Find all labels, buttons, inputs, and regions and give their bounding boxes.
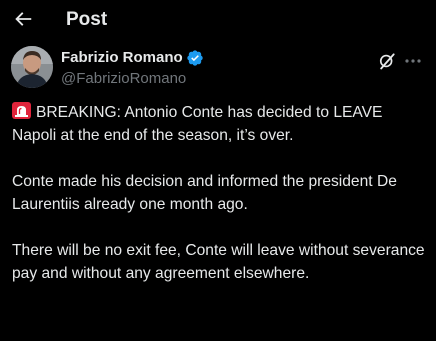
author-block: Fabrizio Romano @FabrizioRomano (61, 48, 204, 89)
avatar-image (11, 46, 53, 88)
more-horizontal-icon (405, 59, 421, 63)
top-bar: Post (0, 0, 436, 40)
tweet-text: BREAKING: Antonio Conte has decided to L… (12, 101, 430, 308)
siren-emoji-icon (12, 102, 31, 119)
grok-icon (379, 53, 395, 70)
verified-badge-icon[interactable] (186, 49, 204, 67)
back-button[interactable] (12, 8, 34, 30)
grok-button[interactable] (377, 51, 397, 71)
tweet-paragraph: BREAKING: Antonio Conte has decided to L… (12, 101, 430, 147)
author-handle[interactable]: @FabrizioRomano (61, 69, 204, 89)
tweet-paragraph: There will be no exit fee, Conte will le… (12, 239, 430, 285)
more-options-button[interactable] (402, 51, 424, 71)
author-name[interactable]: Fabrizio Romano (61, 48, 183, 68)
arrow-left-icon (15, 12, 32, 26)
tweet-paragraph-3: There will be no exit fee, Conte will le… (12, 242, 425, 282)
page-title: Post (66, 9, 108, 30)
tweet-paragraph: Conte made his decision and informed the… (12, 170, 430, 216)
avatar[interactable] (11, 46, 53, 88)
tweet-paragraph-2: Conte made his decision and informed the… (12, 173, 397, 213)
tweet-paragraph-1: BREAKING: Antonio Conte has decided to L… (12, 104, 383, 144)
